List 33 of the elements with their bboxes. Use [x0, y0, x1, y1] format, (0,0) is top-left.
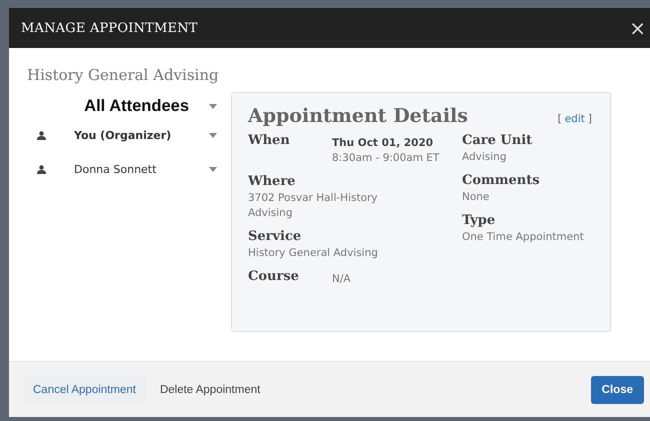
field-label: Service — [248, 229, 302, 244]
cancel-appointment-button[interactable]: Cancel Appointment — [23, 376, 146, 404]
person-icon — [37, 130, 46, 140]
dialog-title: MANAGE APPOINTMENT — [21, 20, 198, 36]
delete-appointment-button[interactable]: Delete Appointment — [150, 376, 270, 404]
field-value: One Time Appointment — [462, 230, 585, 245]
field-label: Course — [248, 269, 300, 285]
field-value: Thu Oct 01, 2020 — [332, 136, 434, 151]
caret-icon[interactable] — [209, 166, 217, 172]
field-label: Care Unit — [462, 133, 534, 148]
person-icon — [37, 164, 46, 174]
bracket: ] — [588, 113, 592, 125]
field-value: None — [462, 190, 490, 205]
attendee-name[interactable]: Donna Sonnett — [74, 162, 209, 176]
field-label: When — [248, 133, 291, 150]
caret-icon[interactable] — [209, 104, 217, 108]
caret-icon[interactable] — [209, 132, 217, 138]
field-label: Type — [462, 213, 496, 228]
field-label: Comments — [462, 173, 541, 188]
bracket: [ — [558, 113, 562, 125]
field-value: 3702 Posvar Hall-History Advising — [248, 191, 379, 221]
card-title: Appointment Details — [248, 105, 468, 127]
close-button[interactable]: × — [625, 18, 650, 38]
field-value: History General Advising — [248, 246, 379, 261]
field-label: Where — [248, 174, 296, 189]
attendee-filter[interactable]: All Attendees — [84, 96, 189, 116]
dialog-subtitle: History General Advising — [27, 66, 220, 84]
edit-link[interactable]: edit — [564, 113, 585, 125]
close-dialog-button[interactable]: Close — [590, 376, 644, 404]
field-value: 8:30am - 9:00am ET — [332, 151, 440, 166]
field-value: N/A — [332, 272, 351, 287]
attendee-name[interactable]: You (Organizer) — [74, 128, 209, 142]
field-value: Advising — [462, 150, 508, 165]
